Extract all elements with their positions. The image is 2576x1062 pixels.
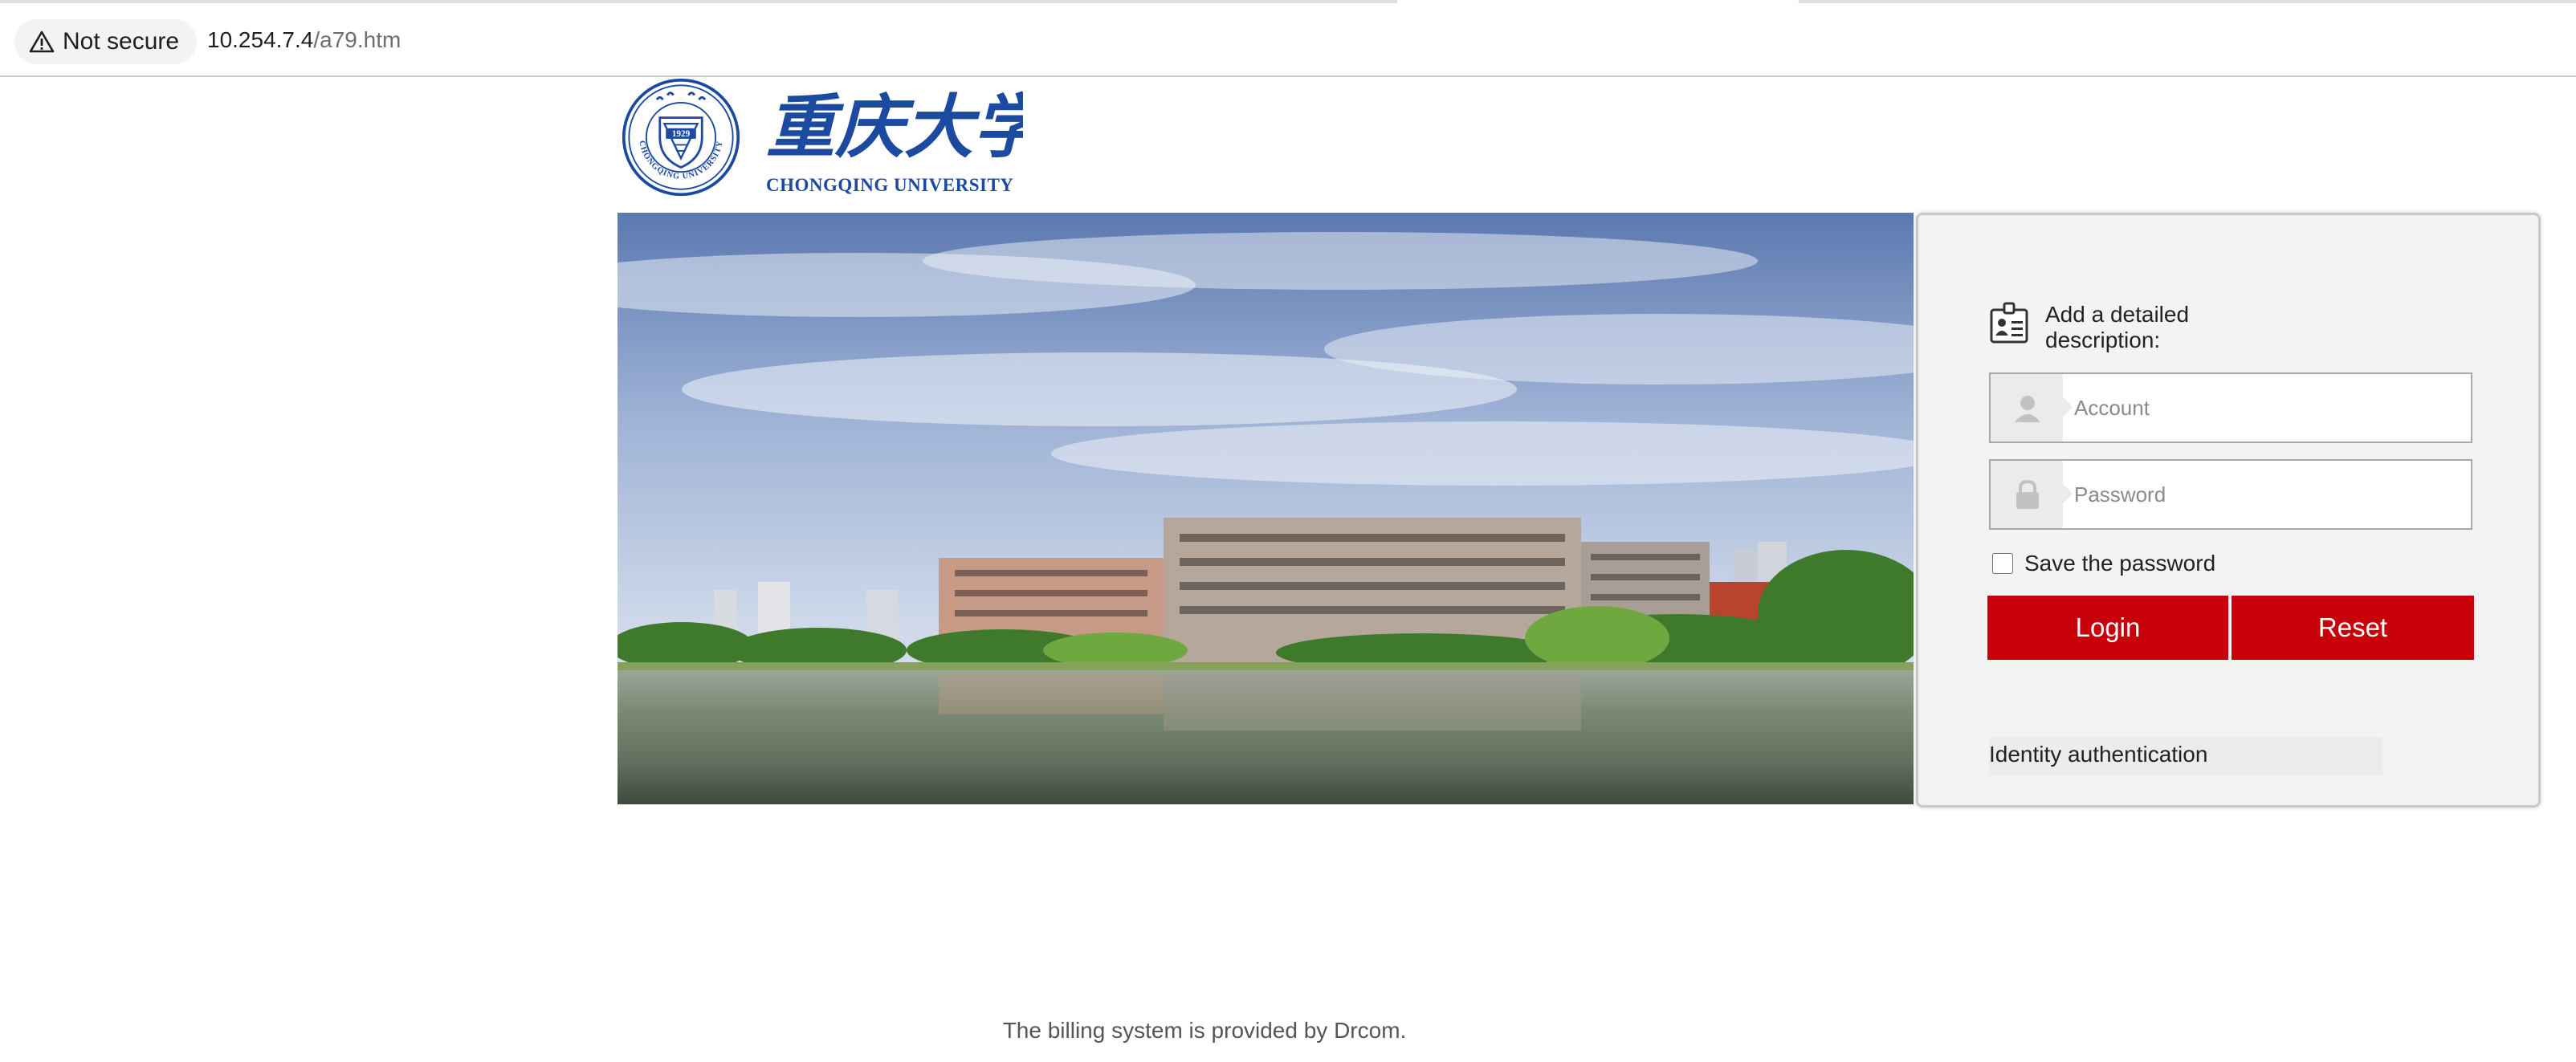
- password-icon-box: [1991, 461, 2063, 528]
- identity-authentication-link[interactable]: Identity authentication: [1989, 737, 2382, 775]
- account-icon-box: [1991, 374, 2063, 441]
- login-panel: Add a detailed description: Save the pas…: [1916, 213, 2541, 808]
- id-badge-icon: [1990, 302, 2028, 344]
- password-field[interactable]: [1989, 459, 2472, 530]
- campus-photo: [618, 213, 1914, 804]
- save-password-row: Save the password: [1992, 551, 2215, 576]
- university-seal: 1929 CHONGQING UNIVERSITY: [622, 78, 740, 197]
- university-logo: 1929 CHONGQING UNIVERSITY 重庆大学 CHONGQING…: [617, 77, 1023, 197]
- reset-button[interactable]: Reset: [2232, 596, 2474, 660]
- svg-text:重庆大学: 重庆大学: [766, 87, 1023, 168]
- save-password-checkbox[interactable]: [1992, 553, 2013, 574]
- svg-text:1929: 1929: [672, 129, 691, 139]
- security-indicator[interactable]: Not secure: [14, 19, 198, 64]
- lock-icon: [2016, 479, 2039, 509]
- security-label: Not secure: [63, 28, 180, 55]
- url-host: 10.254.7.4: [207, 27, 314, 52]
- account-input[interactable]: [2074, 374, 2468, 441]
- university-name-english: CHONGQING UNIVERSITY: [766, 175, 1014, 195]
- university-name-chinese: 重庆大学: [766, 87, 1023, 168]
- description-row: Add a detailed description:: [1989, 302, 2254, 353]
- user-icon: [2015, 396, 2040, 422]
- description-label: Add a detailed description:: [2045, 302, 2190, 352]
- url-field[interactable]: 10.254.7.4/a79.htm: [207, 27, 401, 53]
- login-button[interactable]: Login: [1987, 596, 2228, 660]
- save-password-label[interactable]: Save the password: [2024, 551, 2215, 576]
- address-bar: Not secure 10.254.7.4/a79.htm: [0, 3, 2576, 77]
- footer-text: The billing system is provided by Drcom.: [1002, 1018, 1407, 1043]
- warning-icon: [29, 31, 55, 53]
- account-field[interactable]: [1989, 372, 2472, 443]
- password-input[interactable]: [2074, 461, 2468, 528]
- url-path: /a79.htm: [313, 27, 401, 52]
